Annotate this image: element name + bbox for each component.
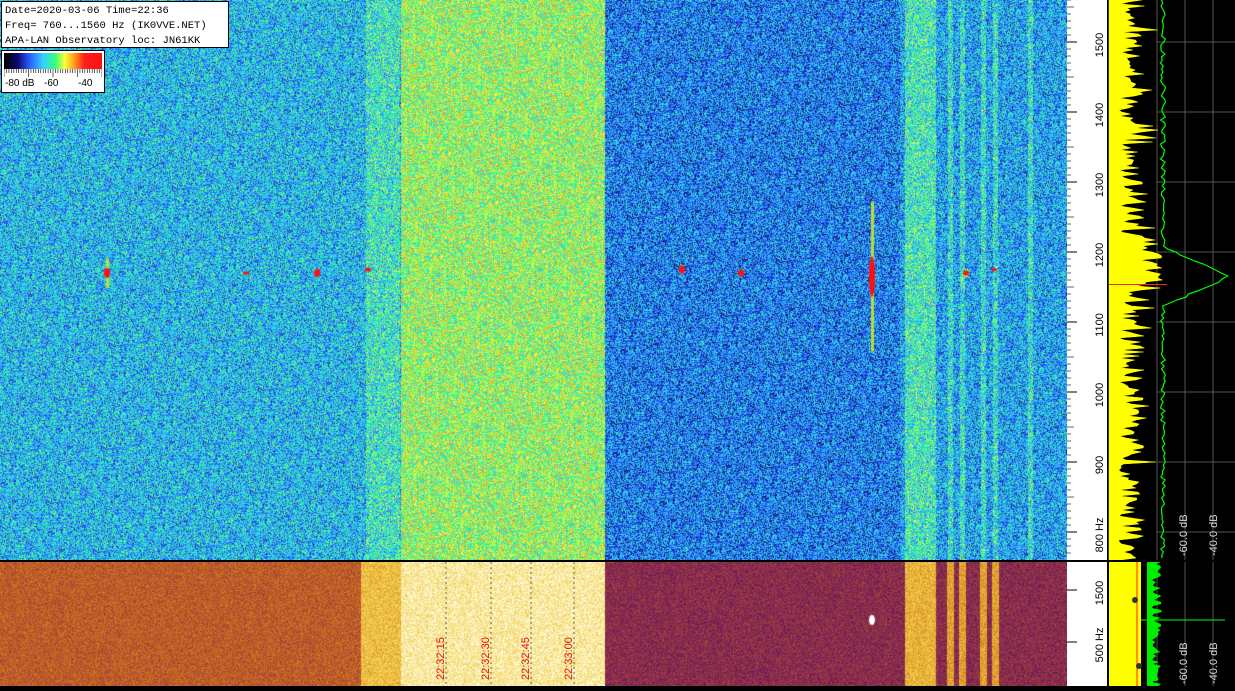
wideband-marker: [1136, 663, 1142, 669]
spectrogram-canvas: [0, 0, 1067, 560]
wideband-axis-svg: 500 Hz 1500: [1067, 581, 1106, 663]
wideband-spectrum-plot: -60.0 dB -40.0 dB: [1109, 562, 1225, 686]
color-scale-bar: [4, 53, 102, 69]
observatory-line: APA-LAN Observatory loc: JN61KK: [5, 35, 201, 47]
frequency-tick-label: 1200: [1094, 243, 1106, 267]
wideband-marker: [1132, 597, 1138, 603]
time-axis-labels: 22:32:15 22:32:30 22:32:45 22:33:00: [435, 562, 575, 686]
date-time-line: Date=2020-03-06 Time=22:36: [5, 5, 169, 17]
time-label: 22:33:00: [563, 637, 575, 680]
legend-label-mid: -60: [44, 78, 59, 89]
panel-divider: [0, 560, 1235, 562]
color-legend: -80 dB -60 -40: [1, 50, 105, 93]
frequency-line: Freq= 760...1560 Hz (IK0VVE.NET): [5, 20, 207, 32]
spectrogram-waterfall: [0, 0, 1067, 560]
wideband-tick-label: 1500: [1094, 581, 1106, 605]
frequency-axis: 800 Hz 900 1000 1100 1200 1300 1400 1500: [1067, 0, 1107, 560]
wideband-spectrum-fill: [1109, 562, 1141, 686]
frequency-tick-label: 900: [1094, 456, 1106, 474]
wideband-spectrum-panel: -60.0 dB -40.0 dB: [1107, 562, 1235, 686]
spectrum-db-label: -60.0 dB: [1178, 514, 1190, 556]
frequency-tick-label: 1000: [1094, 383, 1106, 407]
wideband-average-series: [1147, 562, 1162, 686]
spectrum-panel: -60.0 dB -40.0 dB: [1107, 0, 1235, 560]
time-label: 22:32:30: [480, 637, 492, 680]
frequency-tick-label: 1400: [1094, 103, 1106, 127]
time-label: 22:32:45: [520, 637, 532, 680]
legend-label-max: -40: [78, 78, 93, 89]
wideband-db-label: -60.0 dB: [1178, 642, 1190, 684]
frequency-tick-label: 1500: [1094, 33, 1106, 57]
wideband-waterfall: 22:32:15 22:32:30 22:32:45 22:33:00: [0, 562, 1067, 686]
time-label: 22:32:15: [435, 637, 447, 680]
spectrum-plot: -60.0 dB -40.0 dB: [1108, 0, 1235, 560]
frequency-tick-label: 800 Hz: [1094, 518, 1106, 553]
color-scale-ticks: [4, 69, 102, 77]
info-header: Date=2020-03-06 Time=22:36 Freq= 760...15…: [1, 1, 229, 48]
frequency-tick-label: 1100: [1094, 313, 1106, 337]
frequency-tick-label: 1300: [1094, 173, 1106, 197]
spectrum-instant-series: [1108, 0, 1164, 560]
wideband-db-label: -40.0 dB: [1208, 642, 1220, 684]
spectrum-db-label: -40.0 dB: [1208, 514, 1220, 556]
frequency-axis-svg: 800 Hz 900 1000 1100 1200 1300 1400 1500: [1067, 0, 1106, 554]
legend-label-min: -80 dB: [5, 78, 35, 89]
wideband-tick-label: 500 Hz: [1094, 628, 1106, 663]
wideband-frequency-axis: 500 Hz 1500: [1067, 562, 1107, 686]
spectrum-average-series: [1159, 0, 1230, 559]
